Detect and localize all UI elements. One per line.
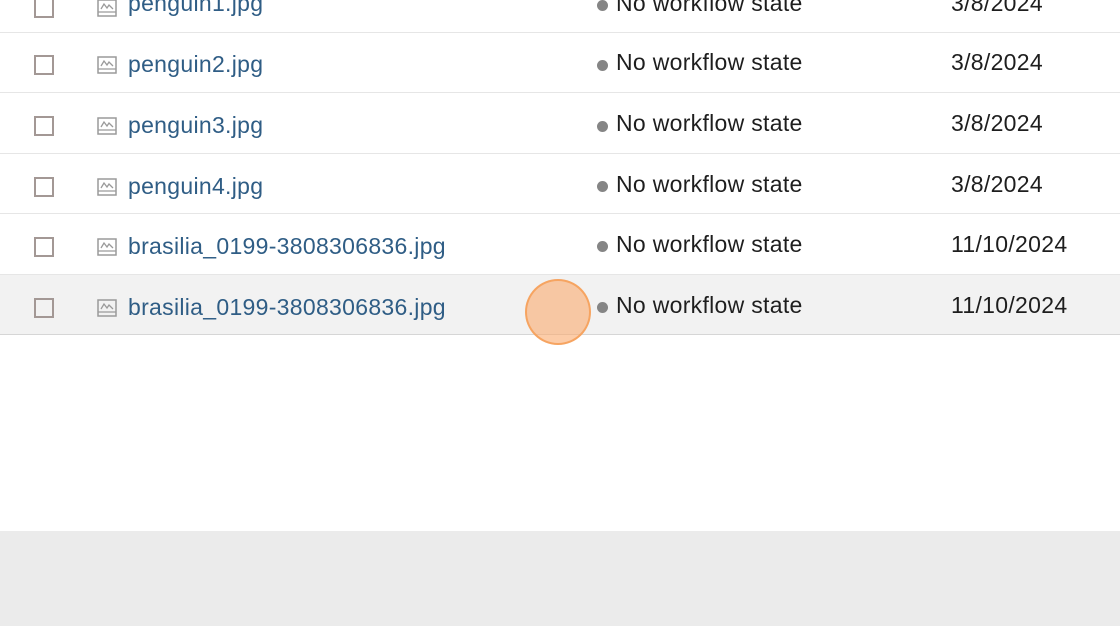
file-date: 3/8/2024 bbox=[951, 110, 1043, 136]
file-name-link[interactable]: brasilia_0199-3808306836.jpg bbox=[128, 233, 446, 260]
workflow-state-dot-icon bbox=[597, 241, 608, 252]
workflow-state-dot-icon bbox=[597, 181, 608, 192]
table-row[interactable]: penguin3.jpg No workflow state 3/8/2024 bbox=[0, 94, 1120, 154]
workflow-state-dot-icon bbox=[597, 60, 608, 71]
page-background bbox=[0, 531, 1120, 626]
file-name-link[interactable]: penguin4.jpg bbox=[128, 173, 263, 200]
file-name-link[interactable]: penguin1.jpg bbox=[128, 0, 263, 17]
image-icon bbox=[97, 238, 117, 256]
file-date: 11/10/2024 bbox=[951, 231, 1068, 257]
row-select-checkbox[interactable] bbox=[34, 0, 54, 18]
workflow-state: No workflow state bbox=[616, 0, 803, 16]
workflow-state-dot-icon bbox=[597, 0, 608, 11]
image-icon bbox=[97, 299, 117, 317]
content-area bbox=[0, 401, 1120, 531]
file-date: 3/8/2024 bbox=[951, 49, 1043, 75]
row-select-checkbox[interactable] bbox=[34, 298, 54, 318]
image-icon bbox=[97, 0, 117, 17]
image-icon bbox=[97, 56, 117, 74]
row-select-checkbox[interactable] bbox=[34, 55, 54, 75]
file-date: 11/10/2024 bbox=[951, 292, 1068, 318]
workflow-state-dot-icon bbox=[597, 302, 608, 313]
file-date: 3/8/2024 bbox=[951, 0, 1043, 16]
image-icon bbox=[97, 178, 117, 196]
file-name-link[interactable]: brasilia_0199-3808306836.jpg bbox=[128, 294, 446, 321]
workflow-state: No workflow state bbox=[616, 171, 803, 197]
table-row[interactable]: penguin1.jpg No workflow state 3/8/2024 bbox=[0, 0, 1120, 33]
row-select-checkbox[interactable] bbox=[34, 116, 54, 136]
table-row[interactable]: penguin2.jpg No workflow state 3/8/2024 bbox=[0, 33, 1120, 93]
table-row[interactable]: brasilia_0199-3808306836.jpg No workflow… bbox=[0, 215, 1120, 275]
table-row[interactable]: penguin4.jpg No workflow state 3/8/2024 bbox=[0, 154, 1120, 214]
file-date: 3/8/2024 bbox=[951, 171, 1043, 197]
workflow-state: No workflow state bbox=[616, 110, 803, 136]
row-select-checkbox[interactable] bbox=[34, 177, 54, 197]
file-name-link[interactable]: penguin2.jpg bbox=[128, 51, 263, 78]
workflow-state: No workflow state bbox=[616, 292, 803, 318]
file-name-link[interactable]: penguin3.jpg bbox=[128, 112, 263, 139]
row-select-checkbox[interactable] bbox=[34, 237, 54, 257]
workflow-state: No workflow state bbox=[616, 231, 803, 257]
workflow-state: No workflow state bbox=[616, 49, 803, 75]
workflow-state-dot-icon bbox=[597, 121, 608, 132]
image-icon bbox=[97, 117, 117, 135]
table-row-hovered[interactable]: brasilia_0199-3808306836.jpg No workflow… bbox=[0, 275, 1120, 335]
